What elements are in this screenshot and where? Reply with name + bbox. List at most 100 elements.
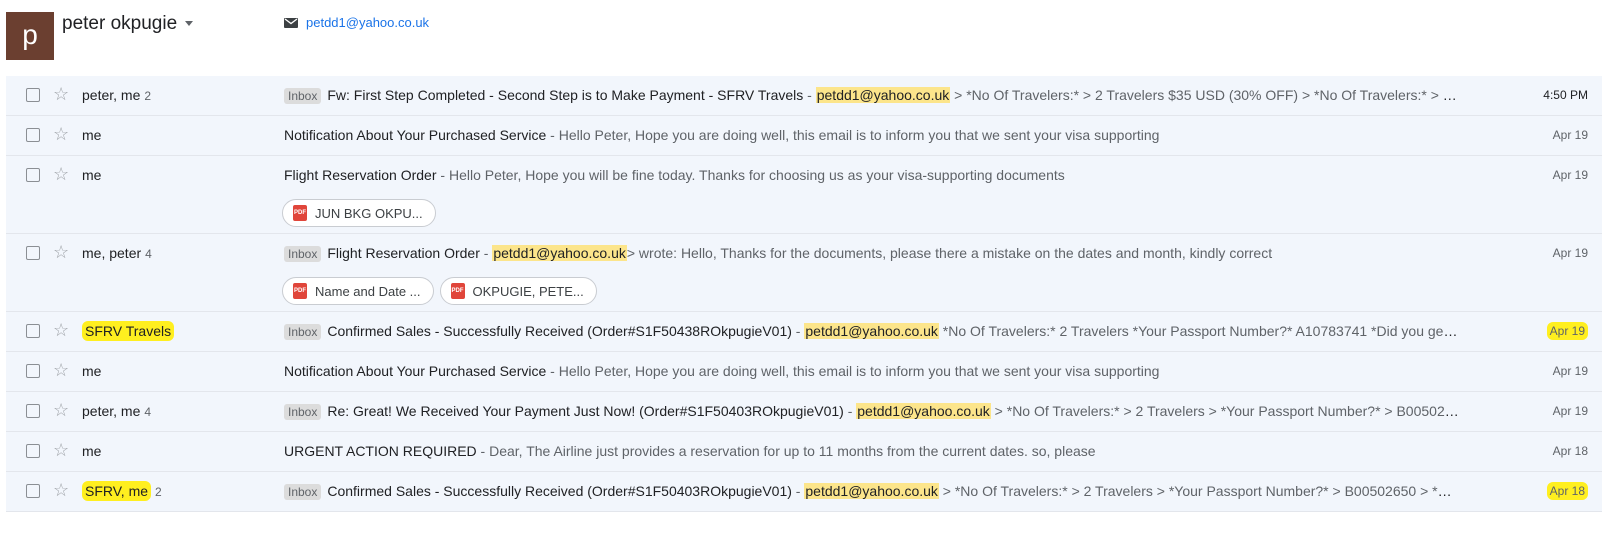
sender-name: SFRV, me [82, 481, 152, 501]
email-row[interactable]: ☆ peter, me 2 Inbox Fw: First Step Complet… [6, 76, 1602, 116]
avatar[interactable]: p [6, 12, 54, 60]
email-subject: Confirmed Sales - Successfully Received … [327, 483, 792, 499]
row-checkbox[interactable] [26, 484, 40, 498]
row-checkbox[interactable] [26, 168, 40, 182]
sender-name: me [82, 363, 102, 379]
sender-name: SFRV Travels [82, 321, 175, 341]
star-icon[interactable]: ☆ [53, 124, 69, 144]
highlighted-email: petdd1@yahoo.co.uk [804, 323, 939, 339]
contact-email-label: petdd1@yahoo.co.uk [306, 15, 430, 30]
email-subject: Notification About Your Purchased Servic… [284, 127, 547, 143]
email-date: Apr 19 [1552, 246, 1588, 260]
sender: peter, me 2 [82, 87, 151, 103]
email-row[interactable]: ☆ me Notification About Your Purchased S… [6, 352, 1602, 392]
star-icon[interactable]: ☆ [53, 360, 69, 380]
thread-count: 4 [144, 405, 152, 419]
highlighted-email: petdd1@yahoo.co.uk [815, 87, 951, 103]
attachment-chip[interactable]: PDF JUN BKG OKPU... [282, 199, 436, 227]
sender-name: me [82, 443, 102, 459]
inbox-badge[interactable]: Inbox [284, 246, 322, 262]
owner-name-label: peter okpugie [62, 13, 178, 34]
row-checkbox[interactable] [26, 364, 40, 378]
highlighted-email: petdd1@yahoo.co.uk [856, 403, 991, 419]
attachments: PDF Name and Date ... PDF OKPUGIE, PETE... [282, 277, 603, 305]
email-date: Apr 19 [1546, 322, 1588, 340]
row-checkbox[interactable] [26, 324, 40, 338]
attachments: PDF JUN BKG OKPU... [282, 199, 442, 227]
email-date: Apr 18 [1546, 482, 1588, 500]
inbox-badge[interactable]: Inbox [284, 88, 322, 104]
sender: me [82, 443, 101, 459]
inbox-badge[interactable]: Inbox [284, 404, 322, 420]
email-subject: Confirmed Sales - Successfully Received … [327, 323, 792, 339]
email-snippet: > *No Of Travelers:* > 2 Travelers > *Yo… [990, 403, 1459, 419]
star-icon[interactable]: ☆ [53, 400, 69, 420]
email-content: URGENT ACTION REQUIRED - Dear, The Airli… [284, 443, 1459, 459]
highlighted-email: petdd1@yahoo.co.uk [804, 483, 939, 499]
email-row[interactable]: ☆ me URGENT ACTION REQUIRED - Dear, The … [6, 432, 1602, 472]
email-content: Inbox Fw: First Step Completed - Second S… [284, 87, 1459, 104]
email-date: Apr 19 [1552, 364, 1588, 378]
email-row[interactable]: ☆ me Notification About Your Purchased S… [6, 116, 1602, 156]
attachment-chip[interactable]: PDF Name and Date ... [282, 277, 434, 305]
sender-name: me [82, 127, 102, 143]
email-snippet: > wrote: Hello, Thanks for the documents… [626, 245, 1273, 261]
email-row[interactable]: ☆ SFRV, me 2 Inbox Confirmed Sales - Succe… [6, 472, 1602, 512]
inbox-badge[interactable]: Inbox [284, 484, 322, 500]
chevron-down-icon[interactable] [185, 21, 194, 27]
row-checkbox[interactable] [26, 444, 40, 458]
email-subject: Flight Reservation Order [284, 167, 437, 183]
star-icon[interactable]: ☆ [53, 164, 69, 184]
pdf-icon: PDF [293, 283, 307, 299]
row-checkbox[interactable] [26, 88, 40, 102]
contact-header: p peter okpugie petdd1@yahoo.co.uk [0, 0, 1611, 76]
email-content: Inbox Confirmed Sales - Successfully Rece… [284, 323, 1459, 340]
pdf-icon: PDF [450, 283, 465, 299]
email-content: Inbox Confirmed Sales - Successfully Rece… [284, 483, 1459, 500]
email-date: Apr 19 [1552, 128, 1588, 142]
contact-email-link[interactable]: petdd1@yahoo.co.uk [284, 15, 429, 30]
separator: - [479, 245, 493, 261]
star-icon[interactable]: ☆ [53, 84, 69, 104]
sender-name: me, peter [82, 245, 142, 261]
sender: SFRV, me 2 [82, 481, 162, 501]
email-row[interactable]: ☆ peter, me 4 Inbox Re: Great! We Received… [6, 392, 1602, 432]
owner-name[interactable]: peter okpugie [62, 13, 194, 35]
email-snippet: - Hello Peter, Hope you will be fine tod… [436, 167, 1065, 183]
star-icon[interactable]: ☆ [53, 320, 69, 340]
separator: - [803, 87, 816, 103]
sender: peter, me 4 [82, 403, 151, 419]
row-checkbox[interactable] [26, 246, 40, 260]
star-icon[interactable]: ☆ [53, 480, 69, 500]
email-subject: Re: Great! We Received Your Payment Just… [327, 403, 844, 419]
email-row[interactable]: ☆ me Flight Reservation Order - Hello Pe… [6, 156, 1602, 234]
email-date: Apr 18 [1552, 444, 1588, 458]
pdf-icon: PDF [293, 205, 307, 221]
email-content: Flight Reservation Order - Hello Peter, … [284, 167, 1459, 183]
email-date-label: Apr 19 [1546, 322, 1588, 340]
separator: - [791, 323, 805, 339]
sender: me [82, 363, 101, 379]
attachment-name: Name and Date ... [315, 283, 421, 299]
separator: - [791, 483, 805, 499]
email-snippet: - Hello Peter, Hope you are doing well, … [546, 363, 1160, 379]
star-icon[interactable]: ☆ [53, 440, 69, 460]
email-snippet: - Dear, The Airline just provides a rese… [476, 443, 1096, 459]
sender-name: me [82, 167, 102, 183]
row-checkbox[interactable] [26, 128, 40, 142]
inbox-badge[interactable]: Inbox [284, 324, 322, 340]
email-date: Apr 19 [1552, 404, 1588, 418]
email-subject: Notification About Your Purchased Servic… [284, 363, 547, 379]
attachment-chip[interactable]: PDF OKPUGIE, PETE... [439, 277, 597, 305]
thread-count: 4 [145, 247, 152, 261]
email-row[interactable]: ☆ SFRV Travels Inbox Confirmed Sales - Su… [6, 312, 1602, 352]
email-row[interactable]: ☆ me, peter 4 Inbox Flight Reservation Ord… [6, 234, 1602, 312]
email-subject: URGENT ACTION REQUIRED [284, 443, 477, 459]
email-content: Notification About Your Purchased Servic… [284, 363, 1459, 379]
star-icon[interactable]: ☆ [53, 242, 69, 262]
mail-icon [284, 18, 298, 28]
separator: - [843, 403, 857, 419]
sender: me [82, 127, 101, 143]
row-checkbox[interactable] [26, 404, 40, 418]
email-date-label: Apr 18 [1546, 482, 1588, 500]
